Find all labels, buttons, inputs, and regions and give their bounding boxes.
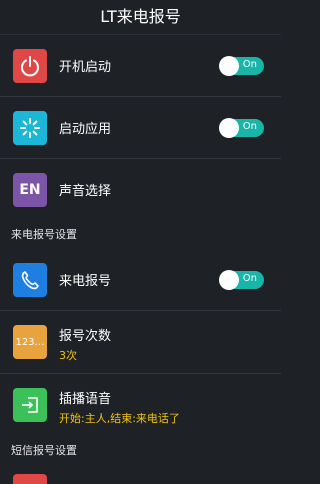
row-call-announce[interactable]: 来电报号 On bbox=[0, 249, 281, 311]
launch-app-toggle[interactable]: On bbox=[219, 117, 264, 138]
numbers-icon: 123… bbox=[13, 325, 47, 359]
boot-start-label: 开机启动 bbox=[59, 60, 112, 75]
toggle-state: On bbox=[242, 272, 257, 284]
section-call-title: 来电报号设置 bbox=[11, 228, 77, 241]
call-announce-label: 来电报号 bbox=[59, 274, 112, 289]
section-sms-settings: 短信报号设置 bbox=[0, 436, 281, 465]
enter-icon bbox=[13, 388, 47, 422]
toggle-knob bbox=[219, 55, 239, 76]
boot-start-toggle[interactable]: On bbox=[219, 55, 264, 76]
launch-app-label: 启动应用 bbox=[59, 122, 112, 137]
insert-voice-label: 插播语音 bbox=[59, 392, 112, 407]
announce-count-label: 报号次数 bbox=[59, 329, 112, 344]
toggle-state: On bbox=[242, 120, 257, 132]
toggle-knob bbox=[219, 117, 239, 138]
language-icon: EN bbox=[13, 172, 47, 207]
power-icon bbox=[13, 48, 47, 83]
toggle-knob bbox=[219, 269, 239, 290]
phone-icon bbox=[13, 262, 47, 297]
sms-row-icon-partial bbox=[13, 474, 47, 484]
insert-voice-value: 开始:主人,结束:来电话了 bbox=[59, 412, 180, 425]
row-insert-voice[interactable]: 插播语音 开始:主人,结束:来电话了 bbox=[0, 374, 281, 436]
row-announce-count[interactable]: 123… 报号次数 3次 bbox=[0, 311, 281, 374]
toggle-state: On bbox=[242, 58, 257, 70]
announce-count-value: 3次 bbox=[59, 349, 77, 362]
app-title-bar: LT来电报号 bbox=[0, 0, 281, 35]
row-boot-start[interactable]: 开机启动 On bbox=[0, 35, 281, 97]
section-sms-title: 短信报号设置 bbox=[11, 444, 77, 457]
language-icon-text: EN bbox=[19, 181, 41, 198]
spinner-icon bbox=[13, 110, 47, 145]
voice-select-label: 声音选择 bbox=[59, 184, 112, 199]
row-voice-select[interactable]: EN 声音选择 bbox=[0, 159, 281, 220]
row-launch-app[interactable]: 启动应用 On bbox=[0, 97, 281, 159]
section-call-settings: 来电报号设置 bbox=[0, 220, 281, 249]
numbers-icon-text: 123… bbox=[15, 336, 45, 348]
app-title: LT来电报号 bbox=[100, 7, 181, 26]
call-announce-toggle[interactable]: On bbox=[219, 269, 264, 290]
